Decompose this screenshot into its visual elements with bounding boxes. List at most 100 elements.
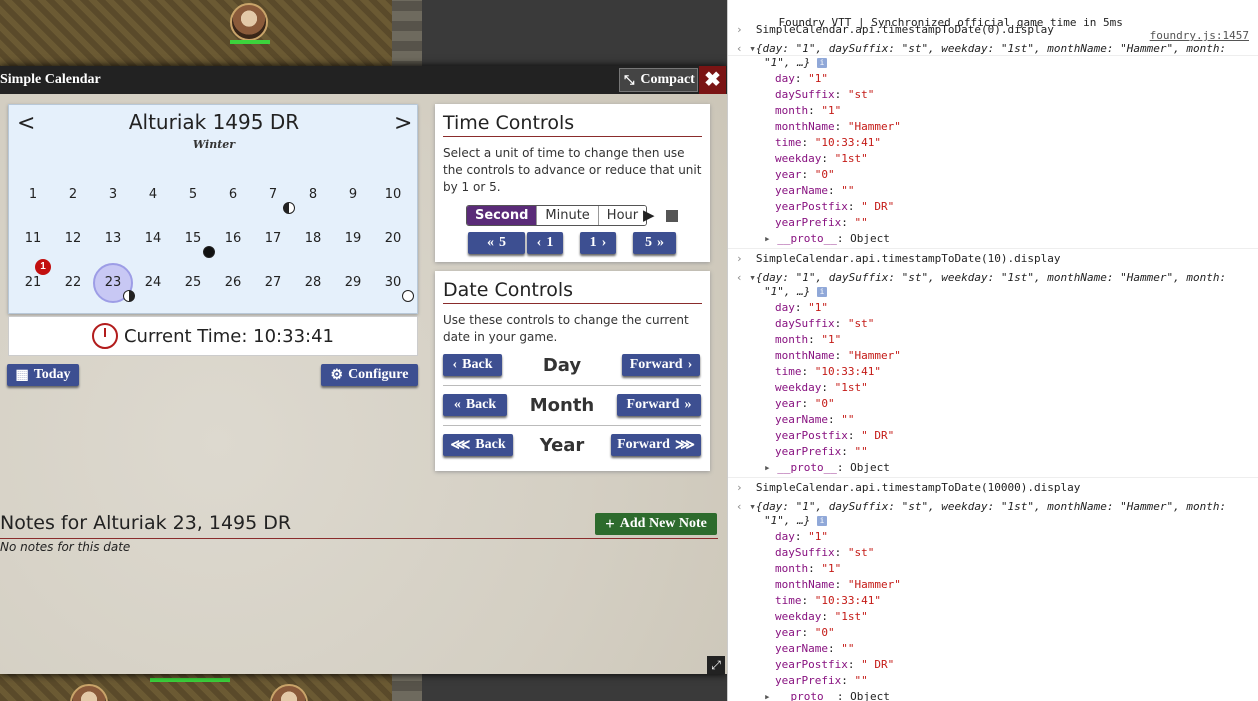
play-icon[interactable]: ▶ [643, 206, 655, 224]
calendar-icon: ▦ [15, 367, 29, 383]
chevron-right-icon: › [601, 235, 607, 250]
compact-button[interactable]: ⤡ Compact [619, 68, 698, 92]
month-forward-label: Forward [626, 397, 680, 412]
unit-minute[interactable]: Minute [537, 206, 599, 225]
unit-hour[interactable]: Hour [598, 206, 647, 225]
compress-icon: ⤡ [624, 72, 635, 87]
console-result-summary-cont: "1", …} i [728, 285, 1258, 298]
today-label: Today [33, 367, 71, 382]
chevron-right-icon: › [687, 357, 693, 372]
calendar-day-14[interactable]: 14 [133, 219, 173, 259]
month-forward-button[interactable]: Forward » [617, 394, 701, 416]
calendar-day-29[interactable]: 29 [333, 263, 373, 303]
time-controls-panel: Time Controls Select a unit of time to c… [435, 104, 710, 262]
gear-icon: ⚙ [330, 367, 344, 383]
day-row-label: Day [542, 355, 582, 376]
unit-second[interactable]: Second [467, 206, 538, 225]
calendar-day-22[interactable]: 22 [53, 263, 93, 303]
today-button[interactable]: ▦ Today [7, 364, 79, 386]
month-back-button[interactable]: « Back [443, 394, 507, 416]
back-1-button[interactable]: ‹ 1 [527, 232, 563, 254]
console-result-summary[interactable]: ‹ ▾{day: "1", daySuffix: "st", weekday: … [728, 271, 1258, 284]
divider [443, 385, 701, 386]
console-result-summary[interactable]: ‹ ▾{day: "1", daySuffix: "st", weekday: … [728, 42, 1258, 55]
console-command[interactable]: › SimpleCalendar.api.timestampToDate(10)… [728, 252, 1258, 265]
console-property: yearPrefix: "" [775, 674, 868, 687]
calendar-month-year: Alturiak 1495 DR [128, 110, 300, 134]
calendar-day-5[interactable]: 5 [173, 175, 213, 215]
calendar-day-1[interactable]: 1 [13, 175, 53, 215]
double-chevron-right-icon: » [684, 397, 692, 412]
calendar-day-16[interactable]: 16 [213, 219, 253, 259]
calendar-day-19[interactable]: 19 [333, 219, 373, 259]
calendar-day-9[interactable]: 9 [333, 175, 373, 215]
stop-icon[interactable] [666, 210, 678, 222]
resize-handle-icon[interactable]: ⤢ [707, 656, 725, 674]
console-property: time: "10:33:41" [775, 136, 881, 149]
calendar-day-8[interactable]: 8 [293, 175, 333, 215]
console-property: time: "10:33:41" [775, 365, 881, 378]
calendar-day-18[interactable]: 18 [293, 219, 333, 259]
devtools-console: Foundry VTT | Synchronized official game… [727, 0, 1258, 701]
calendar-day-3[interactable]: 3 [93, 175, 133, 215]
console-proto[interactable]: ▸ __proto__: Object [728, 232, 1258, 245]
forward-5-button[interactable]: 5» [633, 232, 676, 254]
calendar-day-11[interactable]: 11 [13, 219, 53, 259]
notes-empty-message: No notes for this date [0, 540, 131, 554]
chevron-left-icon: ‹ [536, 235, 542, 250]
simple-calendar-window: Simple Calendar ⤡ Compact ✖ < > Alturiak… [0, 66, 727, 674]
chevron-left-icon: ‹ [452, 357, 458, 372]
day-forward-label: Forward [629, 357, 683, 372]
console-command[interactable]: › SimpleCalendar.api.timestampToDate(100… [728, 481, 1258, 494]
moon-phase-icon [123, 290, 135, 302]
console-property: day: "1" [775, 72, 828, 85]
double-chevron-left-icon: « [453, 397, 461, 412]
calendar-day-25[interactable]: 25 [173, 263, 213, 303]
window-titlebar[interactable]: Simple Calendar ⤡ Compact ✖ [0, 66, 727, 94]
calendar-day-2[interactable]: 2 [53, 175, 93, 215]
calendar-day-17[interactable]: 17 [253, 219, 293, 259]
calendar-day-26[interactable]: 26 [213, 263, 253, 303]
add-new-note-label: Add New Note [619, 516, 707, 531]
character-token[interactable] [230, 3, 268, 41]
year-forward-button[interactable]: Forward ⋙ [611, 434, 701, 456]
console-property: year: "0" [775, 397, 835, 410]
calendar-day-10[interactable]: 10 [373, 175, 413, 215]
compact-label: Compact [640, 72, 695, 87]
token-health-bar [150, 678, 230, 682]
console-property: year: "0" [775, 626, 835, 639]
forward-1-button[interactable]: 1 › [580, 232, 616, 254]
console-property: month: "1" [775, 333, 842, 346]
year-back-button[interactable]: ⋘ Back [443, 434, 513, 456]
console-property: weekday: "1st" [775, 381, 868, 394]
calendar-day-24[interactable]: 24 [133, 263, 173, 303]
time-unit-selector: Second Minute Hour [466, 205, 648, 226]
close-button[interactable]: ✖ [699, 66, 726, 94]
console-proto[interactable]: ▸ __proto__: Object [728, 690, 1258, 701]
divider [0, 538, 718, 539]
time-controls-title: Time Controls [443, 112, 702, 137]
calendar-day-6[interactable]: 6 [213, 175, 253, 215]
calendar-day-28[interactable]: 28 [293, 263, 333, 303]
day-forward-button[interactable]: Forward › [622, 354, 700, 376]
calendar-day-13[interactable]: 13 [93, 219, 133, 259]
calendar-day-12[interactable]: 12 [53, 219, 93, 259]
console-result-summary-cont: "1", …} i [728, 514, 1258, 527]
console-property: monthName: "Hammer" [775, 349, 901, 362]
console-result-summary[interactable]: ‹ ▾{day: "1", daySuffix: "st", weekday: … [728, 500, 1258, 513]
day-back-button[interactable]: ‹ Back [443, 354, 502, 376]
configure-button[interactable]: ⚙ Configure [321, 364, 418, 386]
date-controls-title: Date Controls [443, 279, 702, 304]
add-new-note-button[interactable]: + Add New Note [595, 513, 717, 535]
calendar-day-27[interactable]: 27 [253, 263, 293, 303]
console-property: month: "1" [775, 104, 842, 117]
calendar-day-4[interactable]: 4 [133, 175, 173, 215]
double-chevron-right-icon: » [657, 235, 664, 250]
day-back-label: Back [462, 357, 493, 372]
back-5-button[interactable]: «5 [468, 232, 525, 254]
calendar-day-20[interactable]: 20 [373, 219, 413, 259]
console-property: yearName: "" [775, 642, 855, 655]
console-command[interactable]: › SimpleCalendar.api.timestampToDate(0).… [728, 23, 1258, 36]
year-row-label: Year [539, 435, 585, 456]
console-proto[interactable]: ▸ __proto__: Object [728, 461, 1258, 474]
